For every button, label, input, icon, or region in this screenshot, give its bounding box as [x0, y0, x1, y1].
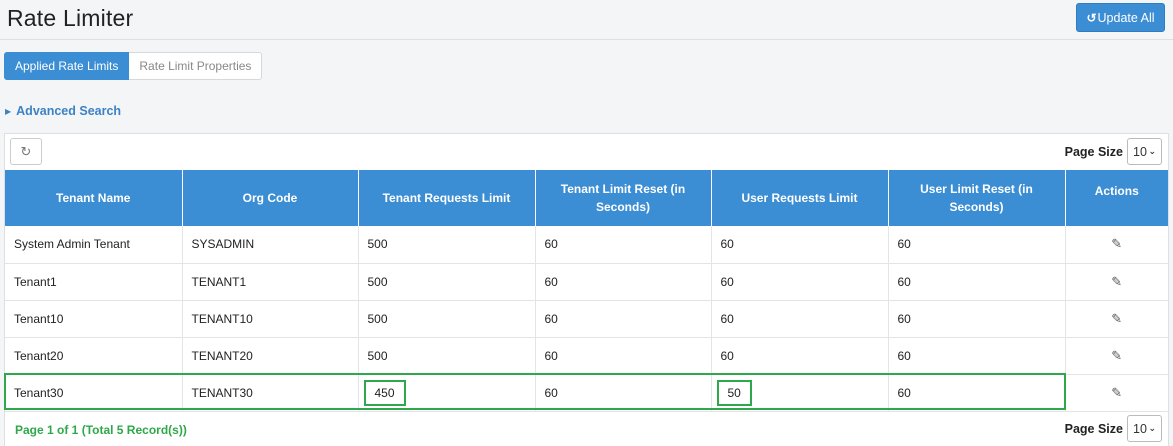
tab-bar: Applied Rate Limits Rate Limit Propertie…	[4, 52, 263, 80]
cell-tenant-requests-limit: 500	[358, 226, 536, 264]
column-header[interactable]: Tenant Requests Limit	[358, 170, 536, 226]
column-header[interactable]: User Limit Reset (in Seconds)	[888, 170, 1066, 226]
grid-panel: ↻ Page Size 10 ⌄ Tenant Name Org Code Te…	[4, 133, 1169, 446]
update-all-button[interactable]: ↺ Update All	[1076, 3, 1165, 32]
cell-actions: ✎	[1065, 226, 1168, 264]
tab-applied-rate-limits[interactable]: Applied Rate Limits	[4, 52, 130, 80]
cell-user-limit-reset: 60	[888, 226, 1066, 264]
cell-user-limit-reset: 60	[888, 300, 1066, 338]
page-size-value: 10	[1133, 421, 1147, 436]
cell-user-requests-limit: 60	[711, 300, 889, 338]
edit-icon[interactable]: ✎	[1111, 311, 1122, 327]
page-size-value: 10	[1133, 144, 1147, 159]
chevron-down-icon: ⌄	[1148, 146, 1156, 156]
page-size-bottom: Page Size 10 ⌄	[1065, 415, 1162, 442]
table-header-row: Tenant Name Org Code Tenant Requests Lim…	[5, 170, 1168, 226]
cell-tenant-limit-reset: 60	[535, 374, 712, 412]
cell-org-code: TENANT30	[182, 374, 359, 412]
undo-icon: ↺	[1086, 10, 1097, 25]
cell-tenant-limit-reset: 60	[535, 300, 712, 338]
cell-org-code: TENANT10	[182, 300, 359, 338]
edit-icon[interactable]: ✎	[1111, 274, 1122, 290]
cell-actions: ✎	[1065, 337, 1168, 375]
caret-right-icon: ▶	[5, 106, 12, 116]
cell-actions: ✎	[1065, 263, 1168, 301]
table-row: Tenant20 TENANT20 500 60 60 60 ✎	[5, 337, 1168, 375]
cell-user-limit-reset: 60	[888, 337, 1066, 375]
cell-user-requests-limit: 60	[711, 226, 889, 264]
column-header[interactable]: Tenant Name	[5, 170, 183, 226]
update-all-label: Update All	[1097, 10, 1155, 25]
table-row: Tenant10 TENANT10 500 60 60 60 ✎	[5, 300, 1168, 338]
cell-tenant-name: Tenant30	[5, 374, 183, 412]
cell-user-requests-limit: 60	[711, 337, 889, 375]
cell-tenant-name: Tenant1	[5, 263, 183, 301]
page-size-label: Page Size	[1064, 144, 1123, 159]
page-size-select[interactable]: 10 ⌄	[1127, 415, 1162, 442]
page-size-select[interactable]: 10 ⌄	[1127, 138, 1162, 165]
cell-user-requests-limit: 50	[711, 374, 889, 412]
advanced-search-label: Advanced Search	[16, 104, 122, 118]
cell-tenant-name: System Admin Tenant	[5, 226, 183, 264]
cell-actions: ✎	[1065, 300, 1168, 338]
column-header[interactable]: Tenant Limit Reset (in Seconds)	[535, 170, 712, 226]
cell-tenant-name: Tenant10	[5, 300, 183, 338]
cell-tenant-requests-limit: 450	[358, 374, 536, 412]
cell-tenant-requests-limit: 500	[358, 263, 536, 301]
edit-icon[interactable]: ✎	[1111, 236, 1122, 252]
pagination-status: Page 1 of 1 (Total 5 Record(s))	[15, 423, 187, 437]
cell-actions: ✎	[1065, 374, 1168, 412]
cell-org-code: TENANT1	[182, 263, 359, 301]
page-size-label: Page Size	[1064, 421, 1123, 436]
column-header: Actions	[1065, 170, 1168, 226]
page-header: Rate Limiter ↺ Update All	[0, 0, 1173, 40]
highlighted-tenant-requests-limit: 450	[363, 379, 406, 406]
cell-tenant-requests-limit: 500	[358, 337, 536, 375]
advanced-search-toggle[interactable]: ▶ Advanced Search	[5, 104, 121, 118]
cell-tenant-name: Tenant20	[5, 337, 183, 375]
cell-user-limit-reset: 60	[888, 374, 1066, 412]
cell-tenant-limit-reset: 60	[535, 263, 712, 301]
cell-org-code: SYSADMIN	[182, 226, 359, 264]
refresh-button[interactable]: ↻	[10, 138, 42, 165]
cell-org-code: TENANT20	[182, 337, 359, 375]
edit-icon[interactable]: ✎	[1111, 385, 1122, 401]
highlighted-user-requests-limit: 50	[716, 379, 752, 406]
rate-limits-table: Tenant Name Org Code Tenant Requests Lim…	[5, 170, 1168, 412]
cell-user-requests-limit: 60	[711, 263, 889, 301]
tab-rate-limit-properties[interactable]: Rate Limit Properties	[129, 52, 263, 80]
page-size-top: Page Size 10 ⌄	[1065, 138, 1162, 165]
cell-tenant-requests-limit: 500	[358, 300, 536, 338]
cell-tenant-limit-reset: 60	[535, 226, 712, 264]
table-row: Tenant1 TENANT1 500 60 60 60 ✎	[5, 263, 1168, 301]
refresh-icon: ↻	[20, 143, 32, 159]
column-header[interactable]: Org Code	[182, 170, 359, 226]
table-row: System Admin Tenant SYSADMIN 500 60 60 6…	[5, 226, 1168, 264]
cell-user-limit-reset: 60	[888, 263, 1066, 301]
column-header[interactable]: User Requests Limit	[711, 170, 889, 226]
page-title: Rate Limiter	[7, 5, 134, 31]
cell-tenant-limit-reset: 60	[535, 337, 712, 375]
chevron-down-icon: ⌄	[1148, 423, 1156, 433]
edit-icon[interactable]: ✎	[1111, 348, 1122, 364]
table-row: Tenant30 TENANT30 450 60 50 60 ✎	[5, 374, 1168, 412]
